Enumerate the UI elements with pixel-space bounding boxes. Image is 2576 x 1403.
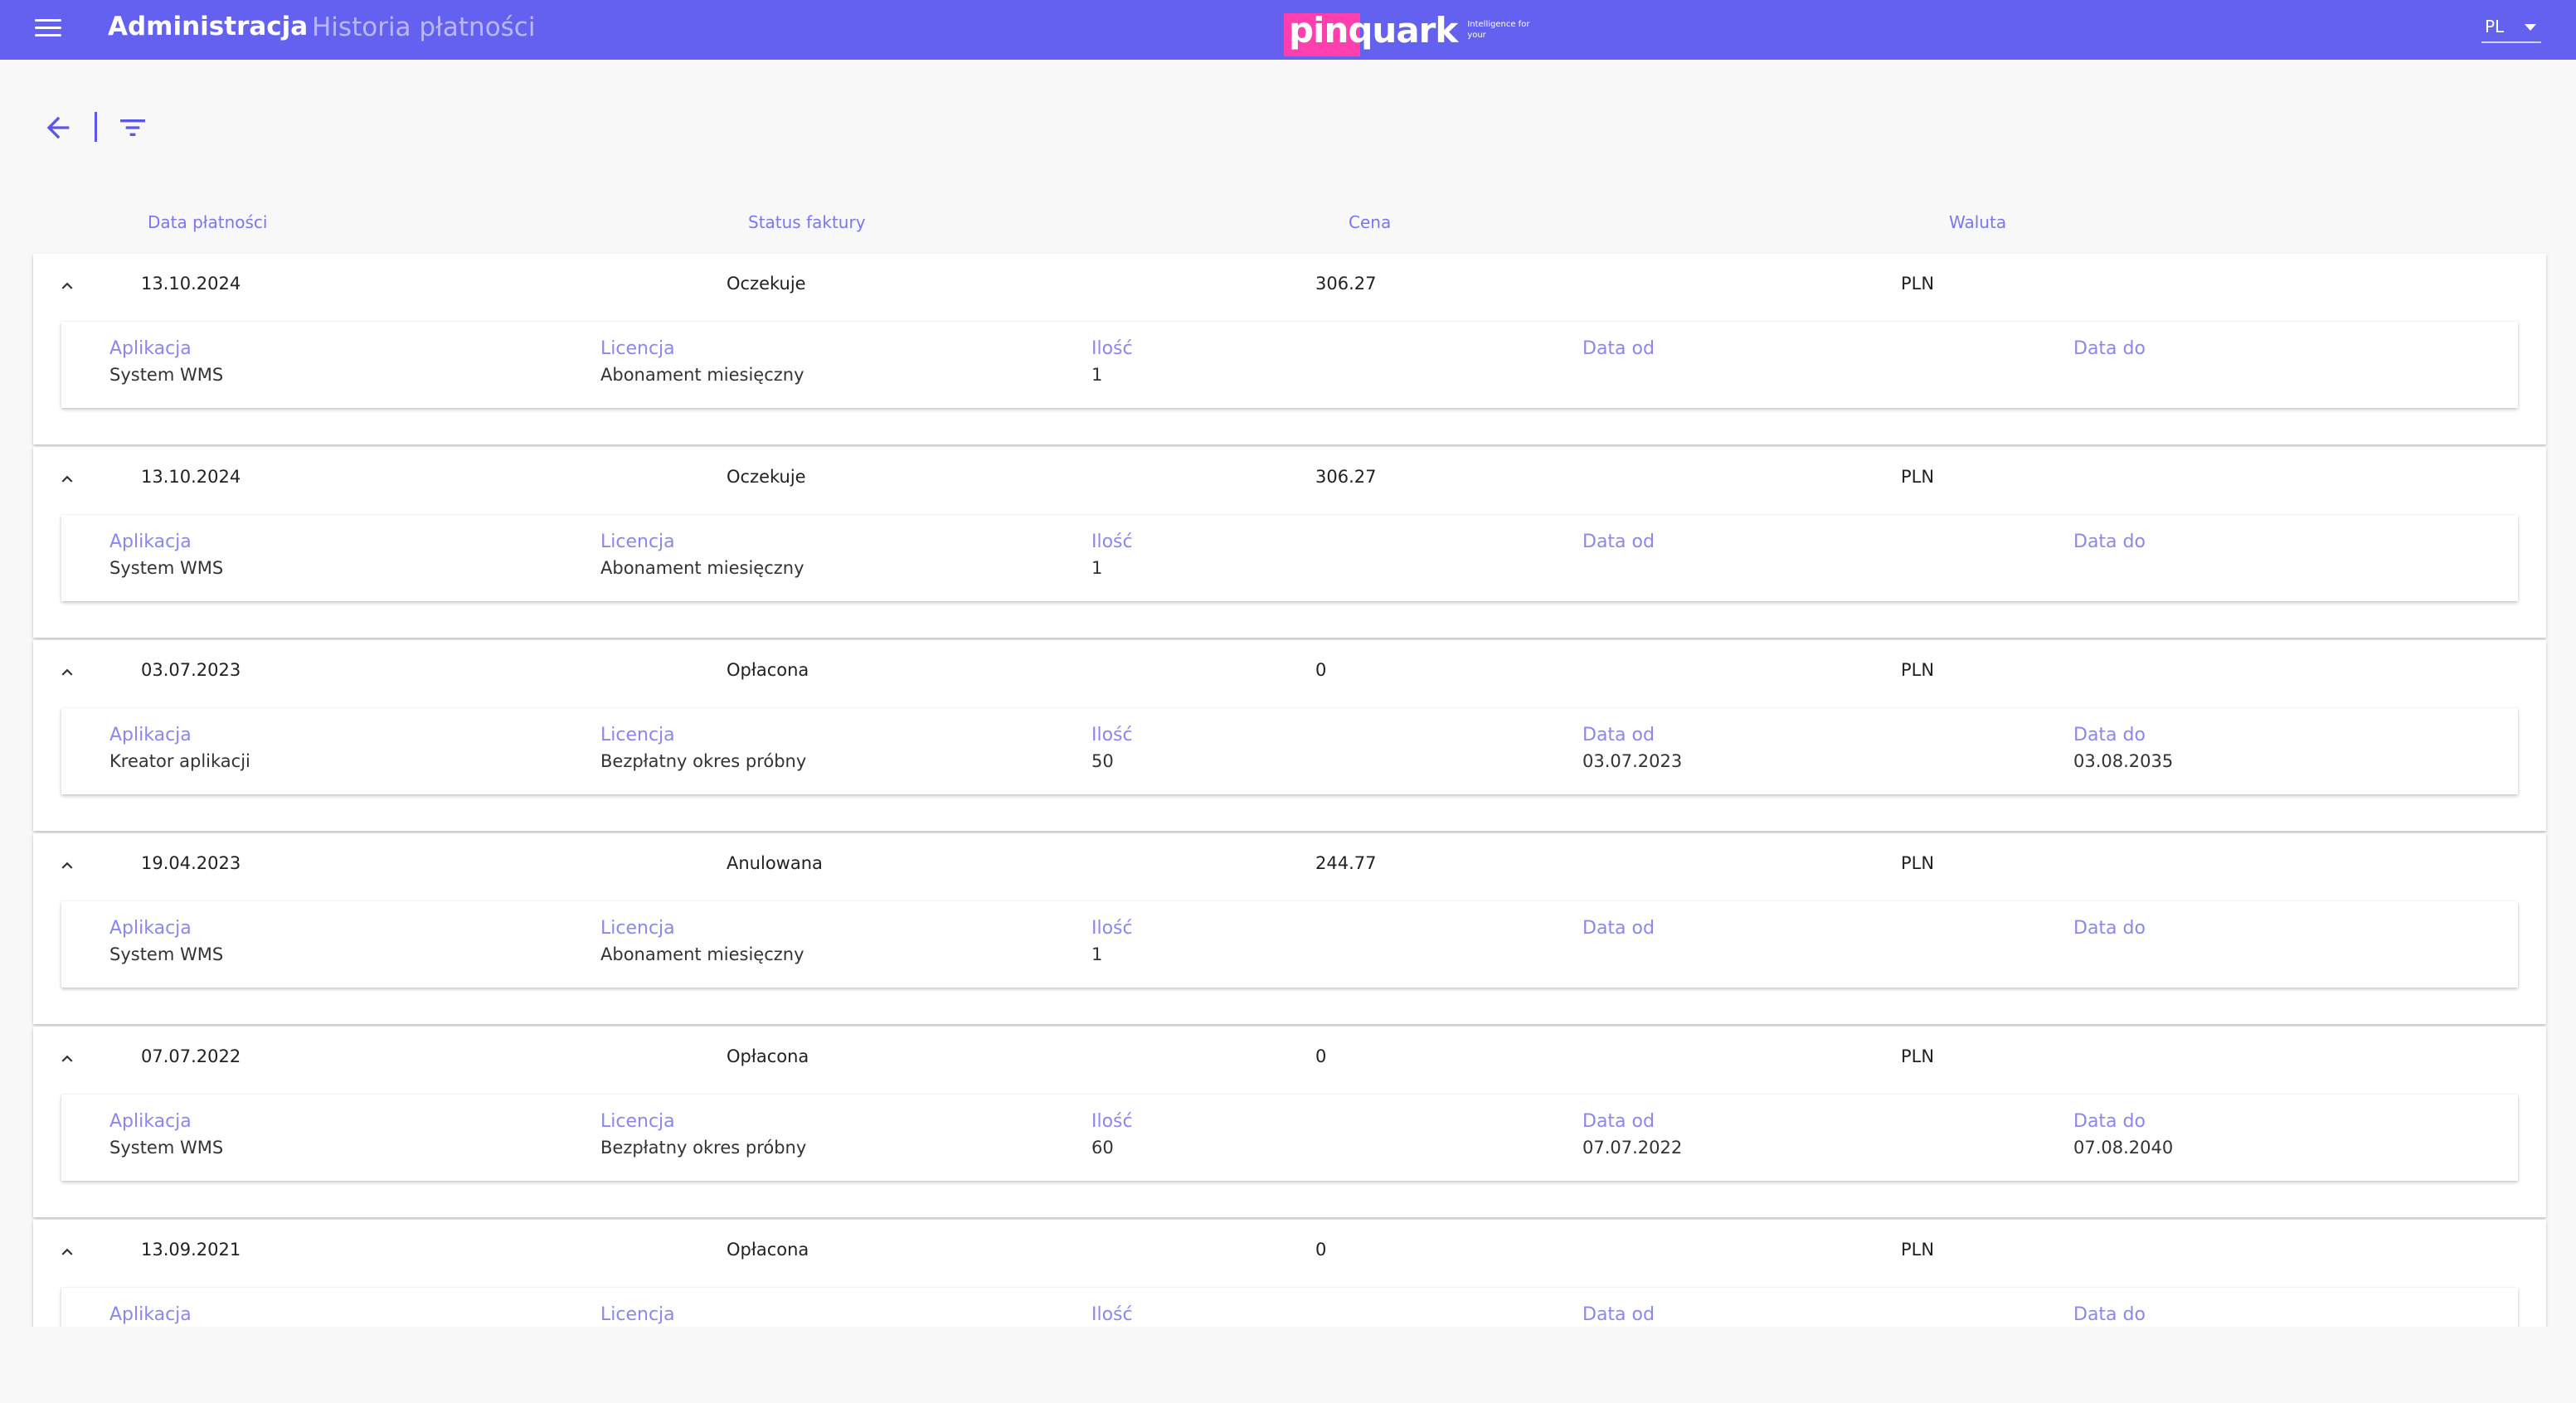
payment-details: Aplikacja Licencja Ilość Data od Data do…	[61, 1095, 2518, 1181]
invoice-status: Opłacona	[727, 1046, 809, 1066]
label-license: Licencja	[600, 1304, 675, 1325]
invoice-status: Oczekuje	[727, 467, 806, 487]
label-date-to: Data do	[2073, 1111, 2146, 1132]
value-date-to: 03.08.2035	[2073, 751, 2174, 771]
label-date-from: Data od	[1582, 1111, 1655, 1132]
label-app: Aplikacja	[109, 918, 192, 939]
label-license: Licencja	[600, 338, 675, 359]
value-license: Abonament miesięczny	[600, 558, 804, 578]
payment-currency: PLN	[1901, 660, 1935, 680]
value-qty: 60	[1091, 1138, 1114, 1158]
value-date-from: 03.07.2023	[1582, 751, 1683, 771]
payment-row: 13.10.2024 Oczekuje 306.27 PLN Aplikacja…	[33, 254, 2546, 444]
payment-price: 244.77	[1315, 853, 1377, 873]
payment-row: 13.10.2024 Oczekuje 306.27 PLN Aplikacja…	[33, 447, 2546, 638]
invoice-status: Opłacona	[727, 660, 809, 680]
payment-date: 19.04.2023	[141, 853, 241, 873]
value-app: System WMS	[109, 365, 224, 385]
label-date-from: Data od	[1582, 338, 1655, 359]
payment-currency: PLN	[1901, 1046, 1935, 1066]
payment-date: 03.07.2023	[141, 660, 241, 680]
payment-details: Aplikacja Licencja Ilość Data od Data do…	[61, 515, 2518, 601]
value-qty: 1	[1091, 365, 1103, 385]
chevron-up-icon[interactable]	[56, 1048, 78, 1070]
label-date-to: Data do	[2073, 532, 2146, 552]
payment-currency: PLN	[1901, 853, 1935, 873]
value-license: Bezpłatny okres próbny	[600, 751, 807, 771]
payment-currency: PLN	[1901, 467, 1935, 487]
label-date-from: Data od	[1582, 1304, 1655, 1325]
chevron-up-icon[interactable]	[56, 662, 78, 683]
label-license: Licencja	[600, 532, 675, 552]
label-license: Licencja	[600, 918, 675, 939]
payments-list: 13.10.2024 Oczekuje 306.27 PLN Aplikacja…	[0, 0, 2576, 1327]
chevron-up-icon[interactable]	[56, 1241, 78, 1263]
invoice-status: Oczekuje	[727, 274, 806, 294]
payment-row: 19.04.2023 Anulowana 244.77 PLN Aplikacj…	[33, 833, 2546, 1024]
label-date-from: Data od	[1582, 918, 1655, 939]
label-license: Licencja	[600, 1111, 675, 1132]
label-app: Aplikacja	[109, 1111, 192, 1132]
chevron-up-icon[interactable]	[56, 855, 78, 876]
payment-currency: PLN	[1901, 274, 1935, 294]
label-date-from: Data od	[1582, 725, 1655, 745]
chevron-up-icon[interactable]	[56, 468, 78, 490]
label-app: Aplikacja	[109, 725, 192, 745]
payment-price: 0	[1315, 1046, 1327, 1066]
payment-price: 306.27	[1315, 467, 1377, 487]
label-qty: Ilość	[1091, 532, 1133, 552]
label-app: Aplikacja	[109, 532, 192, 552]
label-qty: Ilość	[1091, 338, 1133, 359]
value-app: System WMS	[109, 1138, 224, 1158]
invoice-status: Anulowana	[727, 853, 823, 873]
value-app: System WMS	[109, 558, 224, 578]
value-app: System WMS	[109, 944, 224, 964]
payment-row: 03.07.2023 Opłacona 0 PLN Aplikacja Lice…	[33, 640, 2546, 831]
value-date-to: 07.08.2040	[2073, 1138, 2174, 1158]
payment-details: Aplikacja Licencja Ilość Data od Data do…	[61, 322, 2518, 408]
label-date-from: Data od	[1582, 532, 1655, 552]
label-date-to: Data do	[2073, 725, 2146, 745]
value-app: Kreator aplikacji	[109, 751, 250, 771]
payment-details: Aplikacja Licencja Ilość Data od Data do…	[61, 708, 2518, 794]
value-license: Abonament miesięczny	[600, 365, 804, 385]
payment-date: 13.09.2021	[141, 1240, 241, 1260]
value-date-from: 07.07.2022	[1582, 1138, 1683, 1158]
payment-details: Aplikacja Licencja Ilość Data od Data do…	[61, 901, 2518, 988]
label-app: Aplikacja	[109, 338, 192, 359]
payment-date: 13.10.2024	[141, 274, 241, 294]
label-date-to: Data do	[2073, 338, 2146, 359]
label-app: Aplikacja	[109, 1304, 192, 1325]
label-qty: Ilość	[1091, 918, 1133, 939]
payment-details: Aplikacja Licencja Ilość Data od Data do	[61, 1288, 2518, 1327]
chevron-up-icon[interactable]	[56, 275, 78, 297]
label-qty: Ilość	[1091, 1304, 1133, 1325]
value-qty: 50	[1091, 751, 1114, 771]
value-license: Bezpłatny okres próbny	[600, 1138, 807, 1158]
label-license: Licencja	[600, 725, 675, 745]
label-qty: Ilość	[1091, 725, 1133, 745]
payment-price: 0	[1315, 660, 1327, 680]
payment-currency: PLN	[1901, 1240, 1935, 1260]
payment-row: 07.07.2022 Opłacona 0 PLN Aplikacja Lice…	[33, 1027, 2546, 1217]
invoice-status: Opłacona	[727, 1240, 809, 1260]
payment-date: 07.07.2022	[141, 1046, 241, 1066]
value-qty: 1	[1091, 944, 1103, 964]
label-date-to: Data do	[2073, 918, 2146, 939]
label-date-to: Data do	[2073, 1304, 2146, 1325]
logo-text: pinquark	[1289, 9, 1458, 51]
value-license: Abonament miesięczny	[600, 944, 804, 964]
value-qty: 1	[1091, 558, 1103, 578]
payment-price: 306.27	[1315, 274, 1377, 294]
payment-price: 0	[1315, 1240, 1327, 1260]
payment-row: 13.09.2021 Opłacona 0 PLN Aplikacja Lice…	[33, 1220, 2546, 1327]
label-qty: Ilość	[1091, 1111, 1133, 1132]
payment-date: 13.10.2024	[141, 467, 241, 487]
